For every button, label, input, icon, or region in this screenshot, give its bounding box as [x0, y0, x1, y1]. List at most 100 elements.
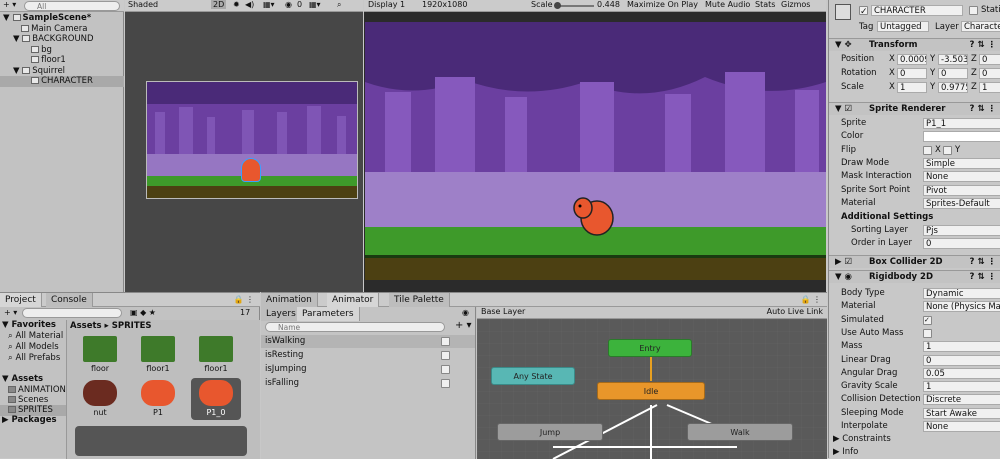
add-parameter-button[interactable]: + ▾ [455, 320, 472, 331]
rigidbody-header[interactable]: Rigidbody 2D ▼ ◉? ⇅ ⋮ [829, 270, 1000, 283]
squirrel-sprite-scene[interactable] [241, 158, 261, 182]
filter-icons[interactable]: ▣ ◆ ★ [130, 308, 156, 317]
layer-dropdown[interactable]: Characte [961, 21, 1000, 32]
hierarchy-item[interactable]: ▼ SampleScene* [0, 13, 124, 24]
gizmos-button[interactable]: Gizmos [781, 0, 810, 9]
foldout-arrow[interactable] [23, 45, 28, 55]
transform-y-field[interactable]: 0 [938, 68, 968, 79]
tab-project[interactable]: Project [0, 293, 42, 307]
asset-thumbnail[interactable]: nut [75, 378, 125, 420]
linear-drag-field[interactable]: 0 [923, 354, 1000, 366]
state-machine-graph[interactable]: Base Layer Auto Live Link Entry Any Stat… [477, 307, 827, 459]
state-entry[interactable]: Entry [608, 339, 692, 357]
material-field[interactable]: Sprites-Default [923, 198, 1000, 209]
body-type-dropdown[interactable]: Dynamic [923, 288, 1000, 299]
hierarchy-item[interactable]: CHARACTER [0, 76, 124, 87]
state-walk[interactable]: Walk [687, 423, 793, 441]
simulated-checkbox[interactable]: ✓ [923, 315, 932, 325]
toggle-2d-button[interactable]: 2D [211, 0, 227, 9]
gravity-scale-field[interactable]: 1 [923, 381, 1000, 393]
transform-menu-icon[interactable]: ? ⇅ ⋮ [970, 39, 996, 52]
asset-thumbnail[interactable] [75, 426, 247, 456]
box-collider-header[interactable]: Box Collider 2D ▶ ☑? ⇅ ⋮ [829, 255, 1000, 268]
asset-thumbnail[interactable]: floor [75, 334, 125, 376]
parameter-bool-checkbox[interactable] [441, 351, 450, 360]
hierarchy-item[interactable]: ▼ BACKGROUND [0, 34, 124, 45]
scene-search-icon[interactable]: ⌕ [337, 0, 341, 10]
transform-z-field[interactable]: 0 [979, 54, 1000, 65]
tab-animator[interactable]: Animator [327, 293, 380, 307]
visibility-icon[interactable]: ◉ [285, 0, 292, 9]
animator-lock-icon[interactable]: 🔒 ⋮ [800, 295, 821, 304]
hierarchy-item[interactable]: ▼ Squirrel [0, 66, 124, 77]
flip-y-checkbox[interactable] [943, 146, 952, 155]
create-dropdown[interactable]: + ▾ [3, 0, 16, 9]
parameter-bool-checkbox[interactable] [441, 337, 450, 346]
active-checkbox[interactable]: ✓ [859, 6, 868, 17]
resolution-dropdown[interactable]: 1920x1080 [422, 0, 467, 9]
hierarchy-search-input[interactable]: All [24, 1, 120, 11]
sort-point-dropdown[interactable]: Pivot [923, 185, 1000, 196]
favorite-item[interactable]: ⌕ All Prefabs [0, 353, 66, 364]
foldout-arrow[interactable]: ▼ [13, 66, 20, 76]
foldout-arrow[interactable] [23, 55, 28, 65]
tag-dropdown[interactable]: Untagged [877, 21, 929, 32]
effects-icon[interactable]: ▦▾ [263, 0, 275, 9]
asset-thumbnail[interactable]: P1 [133, 378, 183, 420]
state-any[interactable]: Any State [491, 367, 575, 385]
favorites-header[interactable]: ▼ Favorites [0, 320, 66, 331]
mute-audio-button[interactable]: Mute Audio [705, 0, 750, 9]
lock-icon[interactable]: 🔒 ⋮ [233, 295, 254, 304]
shading-dropdown[interactable]: Shaded [128, 0, 158, 9]
hierarchy-item[interactable]: floor1 [0, 55, 124, 66]
angular-drag-field[interactable]: 0.05 [923, 367, 1000, 379]
maximize-on-play-button[interactable]: Maximize On Play [627, 0, 698, 9]
mask-interaction-dropdown[interactable]: None [923, 171, 1000, 182]
scale-slider[interactable] [554, 2, 594, 9]
asset-thumbnail[interactable]: floor1 [133, 334, 183, 376]
foldout-arrow[interactable]: ▼ [13, 34, 20, 44]
constraints-foldout[interactable]: ▶ Constraints [829, 434, 1000, 445]
tab-console[interactable]: Console [46, 293, 93, 307]
base-layer-breadcrumb[interactable]: Base Layer [481, 307, 525, 316]
transform-x-field[interactable]: 0.0009 [897, 54, 927, 65]
favorite-item[interactable]: ⌕ All Material [0, 331, 66, 342]
foldout-arrow[interactable] [23, 76, 28, 86]
eye-icon[interactable]: ◉ [462, 308, 469, 317]
auto-mass-checkbox[interactable] [923, 328, 932, 338]
draw-mode-dropdown[interactable]: Simple [923, 158, 1000, 169]
interpolate-dropdown[interactable]: None [923, 421, 1000, 432]
audio-icon[interactable]: ◀) [245, 0, 254, 9]
object-name-field[interactable]: CHARACTER [871, 5, 963, 16]
static-checkbox[interactable] [969, 6, 978, 15]
mass-field[interactable]: 1 [923, 341, 1000, 353]
flip-x-checkbox[interactable] [923, 146, 932, 155]
stats-button[interactable]: Stats [755, 0, 775, 9]
game-view[interactable]: Display 1 1920x1080 Scale 0.448 Maximize… [364, 0, 826, 292]
collision-detection-dropdown[interactable]: Discrete [923, 394, 1000, 406]
additional-settings-foldout[interactable]: Additional Settings [829, 212, 1000, 223]
subtab-parameters[interactable]: Parameters [297, 307, 360, 321]
sprite-field[interactable]: P1_1 [923, 118, 1000, 129]
rb-material-field[interactable]: None (Physics Ma [923, 301, 1000, 313]
transform-z-field[interactable]: 0 [979, 68, 1000, 79]
transform-x-field[interactable]: 1 [897, 82, 927, 93]
parameter-bool-checkbox[interactable] [441, 365, 450, 374]
state-jump[interactable]: Jump [497, 423, 603, 441]
parameter-search-input[interactable]: Name [265, 322, 445, 332]
tab-tile-palette[interactable]: Tile Palette [389, 293, 450, 307]
grid-icon[interactable]: ▦▾ [309, 0, 321, 9]
subtab-layers[interactable]: Layers [261, 307, 302, 321]
parameter-bool-checkbox[interactable] [441, 379, 450, 388]
sleeping-mode-dropdown[interactable]: Start Awake [923, 407, 1000, 419]
display-dropdown[interactable]: Display 1 [368, 0, 405, 9]
state-idle[interactable]: Idle [597, 382, 705, 400]
sorting-layer-dropdown[interactable]: Pjs [923, 225, 1000, 236]
project-create-dropdown[interactable]: + ▾ [4, 308, 17, 317]
auto-live-link-button[interactable]: Auto Live Link [767, 307, 823, 316]
scene-view[interactable]: Shaded 2D ✹ ◀) ▦▾ ◉ 0 ▦▾ ⌕ [125, 0, 363, 292]
sprite-renderer-header[interactable]: Sprite Renderer ▼ ☑? ⇅ ⋮ [829, 102, 1000, 115]
foldout-arrow[interactable]: ▼ [3, 13, 10, 23]
info-foldout[interactable]: ▶ Info [829, 447, 1000, 458]
project-search-input[interactable] [22, 308, 122, 318]
